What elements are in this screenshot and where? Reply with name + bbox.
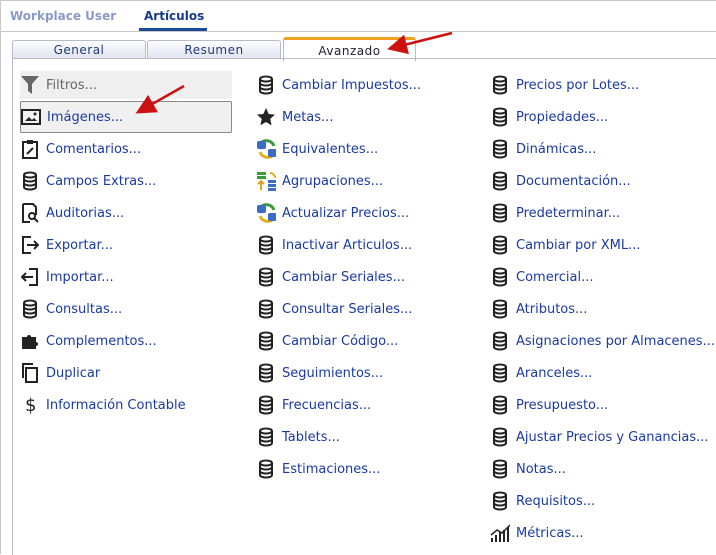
arrow-imagenes xyxy=(135,84,185,114)
annotation-arrows xyxy=(135,31,453,114)
arrow-avanzado xyxy=(387,31,453,55)
